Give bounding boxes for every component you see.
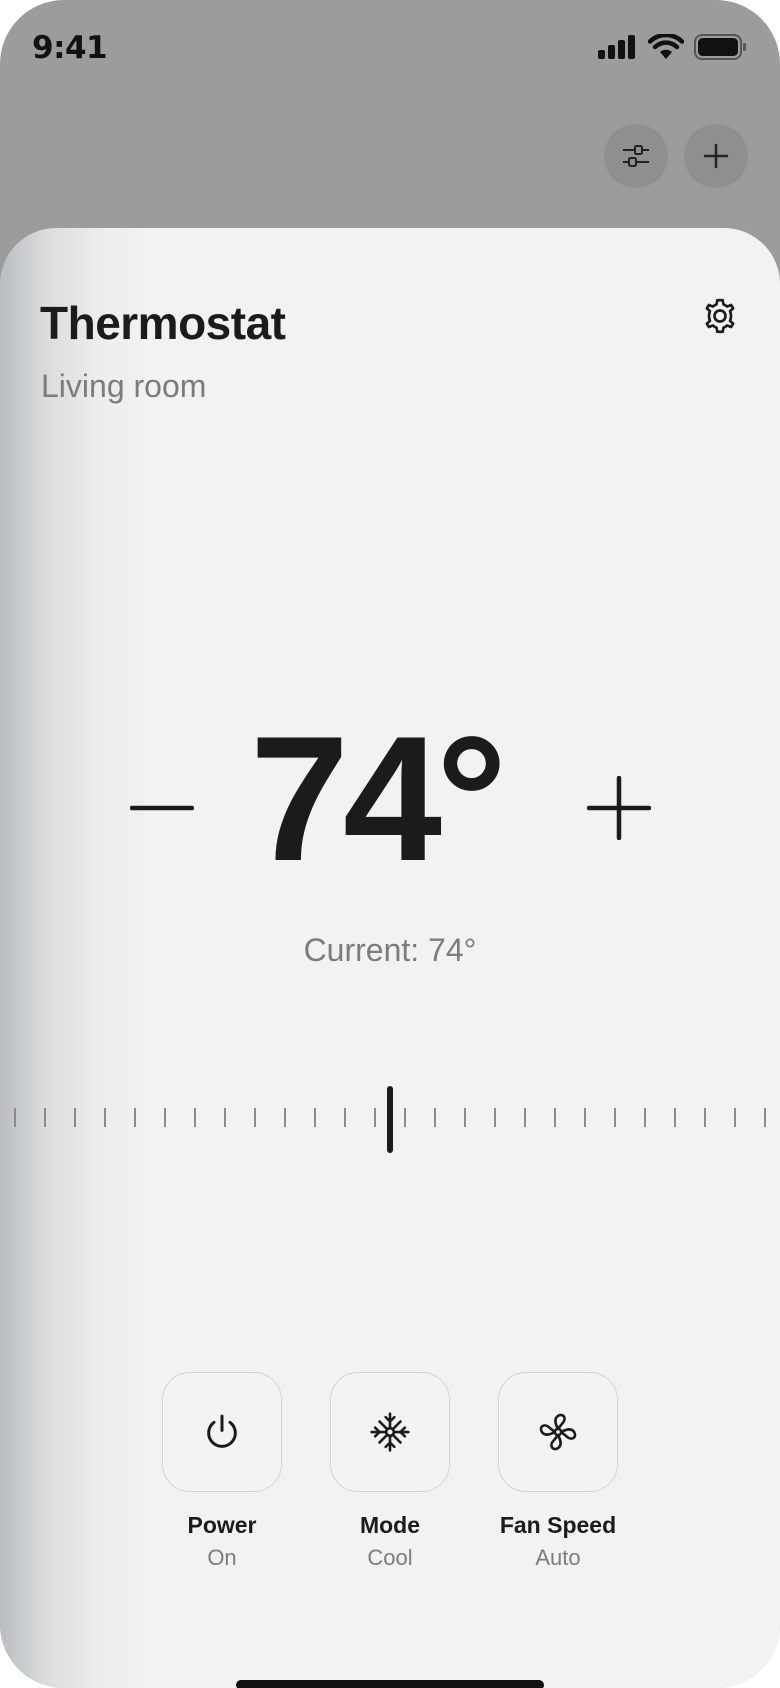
thermostat-screen: 9:41 Thermostat Living room 74° Current:…: [0, 0, 780, 1688]
increase-temp-button[interactable]: [579, 768, 659, 848]
power-label: Power: [187, 1512, 257, 1538]
settings-button[interactable]: [698, 294, 742, 338]
minus-icon: [130, 805, 194, 811]
fan-speed-control: Fan Speed Auto: [498, 1372, 618, 1571]
power-button[interactable]: [162, 1372, 282, 1492]
fan-speed-value: Auto: [535, 1545, 581, 1570]
temperature-dial[interactable]: [0, 1084, 780, 1154]
decrease-temp-button[interactable]: [122, 768, 202, 848]
fan-speed-label: Fan Speed: [499, 1512, 617, 1538]
sliders-icon: [623, 145, 649, 167]
fan-speed-button[interactable]: [498, 1372, 618, 1492]
status-icons: [598, 34, 748, 60]
mode-value: Cool: [367, 1545, 413, 1570]
page-title: Thermostat: [40, 297, 286, 349]
thermostat-sheet: Thermostat Living room 74° Current: 74° …: [0, 228, 780, 1688]
plus-icon: [587, 776, 651, 840]
power-control: Power On: [162, 1372, 282, 1571]
battery-icon: [694, 34, 746, 60]
home-indicator[interactable]: [236, 1680, 544, 1688]
current-temperature: Current: 74°: [303, 932, 477, 968]
status-bar: 9:41: [0, 0, 780, 100]
mode-label: Mode: [359, 1512, 421, 1538]
mode-button[interactable]: [330, 1372, 450, 1492]
wifi-icon: [648, 34, 684, 59]
status-time: 9:41: [32, 30, 108, 66]
plus-icon: [703, 143, 729, 169]
add-button[interactable]: [684, 124, 748, 188]
fan-icon: [539, 1413, 577, 1451]
room-name: Living room: [41, 368, 207, 404]
top-actions: [604, 124, 748, 188]
power-value: On: [207, 1545, 237, 1570]
snowflake-icon: [370, 1412, 410, 1452]
cellular-signal-icon: [598, 35, 635, 59]
mode-control: Mode Cool: [330, 1372, 450, 1571]
adjust-button[interactable]: [604, 124, 668, 188]
target-temperature: 74°: [250, 699, 507, 898]
gear-icon: [705, 298, 735, 334]
temperature-row: 74°: [0, 710, 780, 888]
power-icon: [207, 1414, 237, 1448]
